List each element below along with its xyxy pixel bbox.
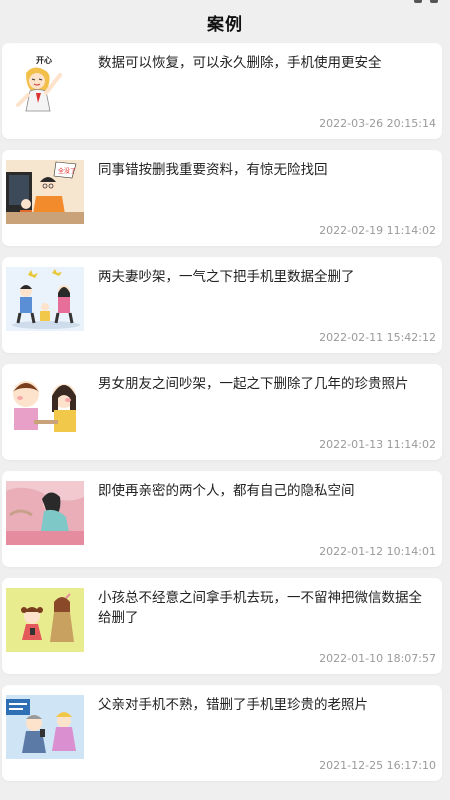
case-card[interactable]: 全没了 同事错按删我重要资料，有惊无险找回 2022-02-19 11:14:0… [2, 150, 442, 246]
case-card[interactable]: 即使再亲密的两个人，都有自己的隐私空间 2022-01-12 10:14:01 [2, 471, 442, 567]
case-card[interactable]: 两夫妻吵架，一气之下把手机里数据全删了 2022-02-11 15:42:12 [2, 257, 442, 353]
case-date: 2022-02-19 11:14:02 [319, 224, 436, 237]
father-with-phone-illustration-icon [6, 695, 84, 759]
case-title: 小孩总不经意之间拿手机去玩，一不留神把微信数据全给删了 [98, 590, 422, 626]
happy-woman-illustration-icon: 开心 [6, 53, 84, 117]
case-title: 同事错按删我重要资料，有惊无险找回 [98, 162, 328, 178]
case-card[interactable]: 父亲对手机不熟，错删了手机里珍贵的老照片 2021-12-25 16:17:10 [2, 685, 442, 781]
case-title: 两夫妻吵架，一气之下把手机里数据全删了 [98, 269, 355, 285]
case-card[interactable]: 男女朋友之间吵架，一起之下删除了几年的珍贵照片 2022-01-13 11:14… [2, 364, 442, 460]
case-title: 父亲对手机不熟，错删了手机里珍贵的老照片 [98, 697, 368, 713]
case-title: 即使再亲密的两个人，都有自己的隐私空间 [98, 483, 355, 499]
thumb-caption: 开心 [36, 55, 52, 65]
office-colleagues-illustration-icon: 全没了 [6, 160, 84, 224]
case-date: 2022-03-26 20:15:14 [319, 117, 436, 130]
boyfriend-girlfriend-illustration-icon [6, 374, 84, 438]
case-card[interactable]: 小孩总不经意之间拿手机去玩，一不留神把微信数据全给删了 2022-01-10 1… [2, 578, 442, 674]
couple-in-bed-illustration-icon [6, 481, 84, 545]
case-title: 数据可以恢复，可以永久删除，手机使用更安全 [98, 55, 382, 71]
case-title: 男女朋友之间吵架，一起之下删除了几年的珍贵照片 [98, 376, 409, 392]
case-list: 开心 数据可以恢复，可以永久删除，手机使用更安全 2022-03-26 20:1… [0, 43, 450, 792]
case-date: 2022-01-13 11:14:02 [319, 438, 436, 451]
case-date: 2022-02-11 15:42:12 [319, 331, 436, 344]
thumb-caption: 全没了 [58, 167, 76, 175]
couple-argument-illustration-icon [6, 267, 84, 331]
header: 案例 [0, 0, 450, 44]
case-card[interactable]: 开心 数据可以恢复，可以永久删除，手机使用更安全 2022-03-26 20:1… [2, 43, 442, 139]
case-date: 2022-01-12 10:14:01 [319, 545, 436, 558]
case-date: 2022-01-10 18:07:57 [319, 652, 436, 665]
page-title: 案例 [207, 14, 243, 35]
case-date: 2021-12-25 16:17:10 [319, 759, 436, 772]
child-with-phone-illustration-icon [6, 588, 84, 652]
